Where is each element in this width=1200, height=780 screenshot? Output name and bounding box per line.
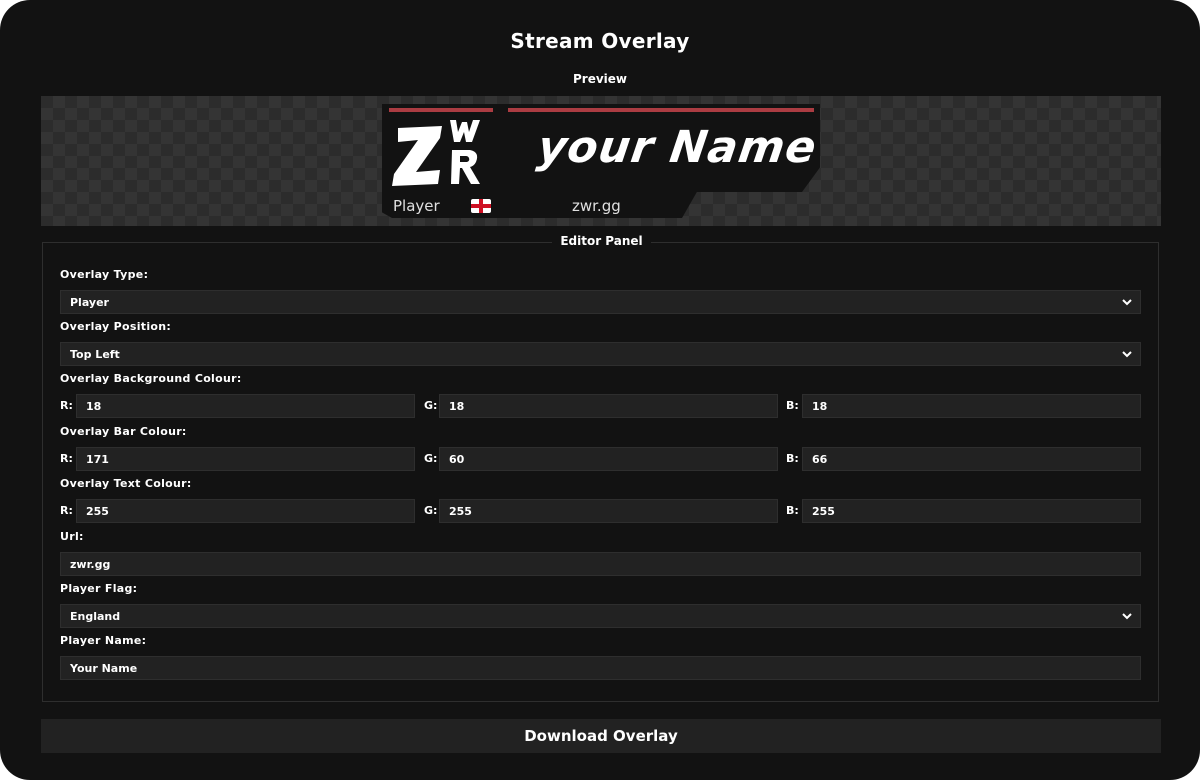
bar-g-label: G:: [424, 452, 438, 465]
url-label: Url:: [60, 530, 84, 543]
overlay-graphic: your Name Player zwr.gg: [382, 104, 820, 218]
player-name-label: Player Name:: [60, 634, 147, 647]
background-colour-label: Overlay Background Colour:: [60, 372, 242, 385]
text-b-label: B:: [786, 504, 799, 517]
page-title: Stream Overlay: [510, 29, 690, 53]
overlay-type-select[interactable]: Player: [60, 290, 1141, 314]
zwr-logo: [392, 120, 480, 186]
app-window: Stream Overlay Preview your Name Player …: [0, 0, 1200, 780]
editor-panel: Editor Panel Overlay Type: Player Overla…: [42, 234, 1159, 702]
chevron-down-icon: [1122, 351, 1132, 358]
player-name-input[interactable]: Your Name: [60, 656, 1141, 680]
overlay-type-label: Overlay Type:: [60, 268, 149, 281]
bar-r-input[interactable]: 171: [76, 447, 415, 471]
chevron-down-icon: [1122, 299, 1132, 306]
bg-r-input[interactable]: 18: [76, 394, 415, 418]
bar-g-input[interactable]: 60: [439, 447, 778, 471]
text-g-input[interactable]: 255: [439, 499, 778, 523]
download-overlay-button[interactable]: Download Overlay: [41, 719, 1161, 753]
bar-r-label: R:: [60, 452, 73, 465]
text-colour-label: Overlay Text Colour:: [60, 477, 192, 490]
england-flag-icon: [471, 199, 491, 213]
preview-label: Preview: [572, 72, 627, 86]
text-g-label: G:: [424, 504, 438, 517]
overlay-position-label: Overlay Position:: [60, 320, 172, 333]
text-r-input[interactable]: 255: [76, 499, 415, 523]
text-b-input[interactable]: 255: [802, 499, 1141, 523]
chevron-down-icon: [1122, 613, 1132, 620]
overlay-bar-left: [389, 108, 493, 112]
player-flag-select[interactable]: England: [60, 604, 1141, 628]
bg-g-label: G:: [424, 399, 438, 412]
bar-b-input[interactable]: 66: [802, 447, 1141, 471]
overlay-player-label: Player: [393, 197, 440, 215]
bg-r-label: R:: [60, 399, 73, 412]
overlay-preview: your Name Player zwr.gg: [41, 96, 1161, 226]
bg-b-label: B:: [786, 399, 799, 412]
overlay-player-name: your Name: [534, 122, 821, 173]
text-r-label: R:: [60, 504, 73, 517]
overlay-url: zwr.gg: [572, 197, 621, 215]
overlay-position-value: Top Left: [70, 348, 120, 361]
overlay-type-value: Player: [70, 296, 109, 309]
overlay-bar-right: [508, 108, 814, 112]
bar-colour-label: Overlay Bar Colour:: [60, 425, 187, 438]
player-flag-value: England: [70, 610, 121, 623]
bg-b-input[interactable]: 18: [802, 394, 1141, 418]
bg-g-input[interactable]: 18: [439, 394, 778, 418]
bar-b-label: B:: [786, 452, 799, 465]
url-input[interactable]: zwr.gg: [60, 552, 1141, 576]
editor-panel-legend: Editor Panel: [552, 234, 651, 248]
player-flag-label: Player Flag:: [60, 582, 138, 595]
overlay-position-select[interactable]: Top Left: [60, 342, 1141, 366]
